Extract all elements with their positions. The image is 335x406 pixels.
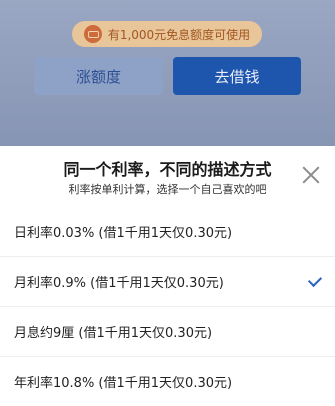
background-app-overlay: 有1,000元免息额度可使用 涨额度 去借钱	[0, 0, 335, 146]
sheet-title: 同一个利率，不同的描述方式	[63, 160, 272, 179]
close-icon[interactable]	[300, 164, 322, 186]
borrow-button: 去借钱	[173, 57, 301, 95]
checkmark-icon	[307, 272, 323, 288]
option-label: 月息约9厘 (借1千用1天仅0.30元)	[14, 326, 213, 341]
promo-text: 有1,000元免息额度可使用	[107, 27, 251, 42]
option-label: 月利率0.9% (借1千用1天仅0.30元)	[14, 276, 224, 291]
rate-option-daily[interactable]: 日利率0.03% (借1千用1天仅0.30元)	[0, 206, 335, 256]
rate-option-monthly[interactable]: 月利率0.9% (借1千用1天仅0.30元)	[0, 256, 335, 306]
promo-badge: 有1,000元免息额度可使用	[72, 21, 262, 47]
coin-icon	[83, 25, 102, 43]
option-label: 年利率10.8% (借1千用1天仅0.30元)	[14, 376, 233, 391]
sheet-subtitle: 利率按单利计算，选择一个自己喜欢的吧	[68, 183, 267, 196]
option-label: 日利率0.03% (借1千用1天仅0.30元)	[14, 225, 233, 241]
rate-display-sheet: 同一个利率，不同的描述方式 利率按单利计算，选择一个自己喜欢的吧 日利率0.03…	[0, 146, 335, 405]
rate-option-monthly-li[interactable]: 月息约9厘 (借1千用1天仅0.30元)	[0, 306, 335, 356]
rate-option-list: 日利率0.03% (借1千用1天仅0.30元) 月利率0.9% (借1千用1天仅…	[0, 206, 335, 406]
rate-option-annual[interactable]: 年利率10.8% (借1千用1天仅0.30元)	[0, 356, 335, 406]
increase-limit-button: 涨额度	[34, 57, 163, 95]
